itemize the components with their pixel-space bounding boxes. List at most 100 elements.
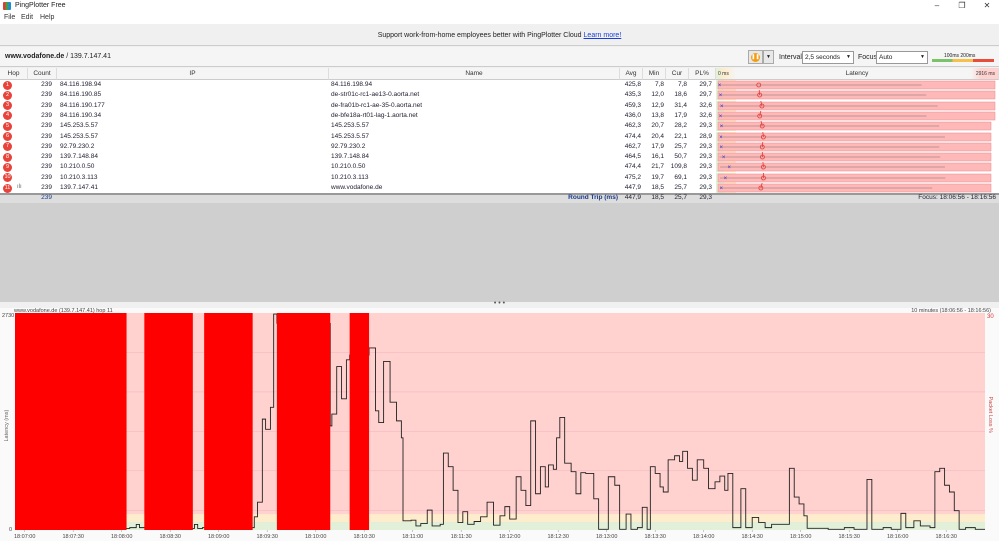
hop-count: 239 [41, 81, 52, 88]
x-tick-label: 18:07:30 [62, 534, 83, 540]
hop-name: www.vodafone.de [331, 184, 383, 191]
interval-label: Interval [779, 54, 802, 61]
latency-max-label: 2916 ms [975, 71, 995, 77]
current-marker-icon: × [719, 186, 723, 192]
table-row[interactable]: 5 239 145.253.5.57 145.253.5.57 462,3 20,7 28,… [0, 121, 999, 132]
summary-cur: 25,7 [674, 194, 687, 201]
target-host: www.vodafone.de [5, 53, 65, 60]
hop-name: 92.79.230.2 [331, 142, 366, 150]
y-axis-max-label: 2730 [2, 313, 14, 319]
menu-edit[interactable]: Edit [21, 14, 33, 21]
table-row[interactable]: 11 239 139.7.147.41 www.vodafone.de 447,9 18,… [0, 183, 999, 194]
table-row[interactable]: 3 239 84.116.190.177 de-fra01b-rc1-ae-35-0.… [0, 100, 999, 111]
hop-latency-graph: × [716, 172, 992, 183]
packet-loss-bar [349, 313, 370, 530]
col-min[interactable]: Min [643, 68, 666, 80]
table-row[interactable]: 10 239 10.210.3.113 10.210.3.113 475,2 19,7 69… [0, 172, 999, 183]
hop-name: de-fra01b-rc1-ae-35-0.aorta.net [331, 101, 423, 109]
col-avg[interactable]: Avg [620, 68, 643, 80]
hop-count: 239 [41, 101, 52, 109]
hop-avg: 464,5 [624, 153, 641, 161]
hop-latency-graph: × [716, 110, 996, 122]
summary-count: 239 [41, 194, 52, 201]
window-title: PingPlotter Free [15, 2, 66, 9]
promo-banner: Support work-from-home employees better … [0, 24, 999, 46]
hop-cur: 25,7 [674, 184, 687, 191]
hop-latency-graph: × [716, 80, 996, 91]
hop-min: 18,5 [651, 184, 664, 191]
hop-min: 20,4 [651, 132, 664, 140]
close-icon[interactable]: ✕ [975, 0, 999, 12]
hop-name: de-str01c-rc1-ae13-0.aorta.net [331, 91, 420, 99]
x-tick-label: 18:07:00 [14, 534, 35, 540]
hop-badge: 6 [3, 132, 12, 141]
hop-ip: 145.253.5.57 [60, 132, 98, 140]
y2-axis-max-label: 30 [987, 314, 994, 320]
menu-file[interactable]: File [4, 14, 15, 21]
current-marker-icon: × [719, 114, 723, 120]
interval-select[interactable]: 2,5 seconds ▼ [802, 51, 854, 64]
table-row[interactable]: 6 239 145.253.5.57 145.253.5.57 474,4 20,4 22,… [0, 131, 999, 142]
empty-table-area [0, 203, 999, 302]
table-row[interactable]: 2 239 84.116.190.85 de-str01c-rc1-ae13-0.ao… [0, 90, 999, 101]
hop-name: 10.210.3.113 [331, 173, 369, 181]
hop-ip: 139.7.148.84 [60, 153, 98, 161]
hop-name: 145.253.5.57 [331, 122, 369, 130]
focus-select[interactable]: Auto ▼ [876, 51, 928, 64]
col-ip[interactable]: IP [57, 68, 329, 80]
current-marker-icon: × [719, 135, 723, 141]
pause-button[interactable]: ❚❚ [748, 50, 763, 64]
x-tick-label: 18:16:00 [887, 534, 908, 540]
summary-label: Round Trip (ms) [568, 194, 618, 201]
hop-avg: 459,3 [624, 101, 641, 109]
hop-name: 139.7.148.84 [331, 153, 369, 161]
hop-cur: 18,6 [674, 91, 687, 99]
hop-min: 13,8 [651, 111, 664, 119]
col-count[interactable]: Count [28, 68, 57, 80]
hop-badge: 5 [3, 121, 12, 131]
table-row[interactable]: 4 239 84.116.190.34 de-bfe18a-rt01-lag-1.ao… [0, 110, 999, 122]
latency-chart[interactable]: 2730 0 30 Latency (ms) Packet Loss % 18:07:00… [0, 308, 999, 541]
minimize-icon[interactable]: – [925, 0, 949, 12]
hop-min: 12,9 [651, 101, 664, 109]
latency-scale-bar [932, 59, 994, 62]
hop-count: 239 [41, 153, 52, 161]
maximize-icon[interactable]: ❐ [950, 0, 974, 12]
col-latency[interactable]: 0 ms Latency 2916 ms [716, 68, 999, 80]
hop-ip: 92.79.230.2 [60, 142, 95, 150]
current-marker-icon: × [719, 145, 723, 151]
hop-latency-graph: × [716, 100, 996, 111]
x-tick-label: 18:10:00 [305, 534, 326, 540]
menu-help[interactable]: Help [40, 14, 54, 21]
col-pl[interactable]: PL% [689, 68, 716, 80]
hop-count: 239 [41, 173, 52, 181]
current-marker-icon: × [718, 83, 722, 89]
col-cur[interactable]: Cur [666, 68, 689, 80]
table-row[interactable]: 8 239 139.7.148.84 139.7.148.84 464,5 16,1 50,… [0, 152, 999, 163]
hop-cur: 28,2 [674, 122, 687, 130]
graph-icon[interactable]: ılı [17, 184, 22, 190]
latency-header-label: Latency [845, 70, 869, 77]
learn-more-link[interactable]: Learn more! [584, 32, 622, 39]
table-row[interactable]: 1 239 84.116.198.94 84.116.198.94 425,8 7,8 7,… [0, 80, 999, 91]
hop-pl: 29,3 [699, 163, 712, 171]
hop-pl: 29,3 [699, 142, 712, 150]
table-row[interactable]: 9 239 10.210.0.50 10.210.0.50 474,4 21,7 109,8… [0, 162, 999, 173]
hop-ip: 139.7.147.41 [60, 184, 98, 191]
hop-latency-graph: × [716, 141, 992, 153]
hop-min: 16,1 [651, 153, 664, 161]
hop-name: 145.253.5.57 [331, 132, 369, 140]
chevron-down-icon: ▼ [846, 54, 851, 60]
x-tick-label: 18:08:00 [111, 534, 132, 540]
hop-badge: 3 [3, 101, 12, 111]
hop-badge: 7 [3, 142, 12, 152]
current-marker-icon: × [720, 124, 724, 130]
hop-min: 20,7 [651, 122, 664, 130]
hop-min: 21,7 [651, 163, 664, 171]
col-hop[interactable]: Hop [0, 68, 28, 80]
hop-pl: 29,7 [699, 81, 712, 88]
col-name[interactable]: Name [329, 68, 620, 80]
table-row[interactable]: 7 239 92.79.230.2 92.79.230.2 462,7 17,9 25,7 2… [0, 141, 999, 153]
pause-dropdown-button[interactable]: ▼ [763, 50, 774, 64]
hop-badge: 9 [3, 162, 12, 172]
